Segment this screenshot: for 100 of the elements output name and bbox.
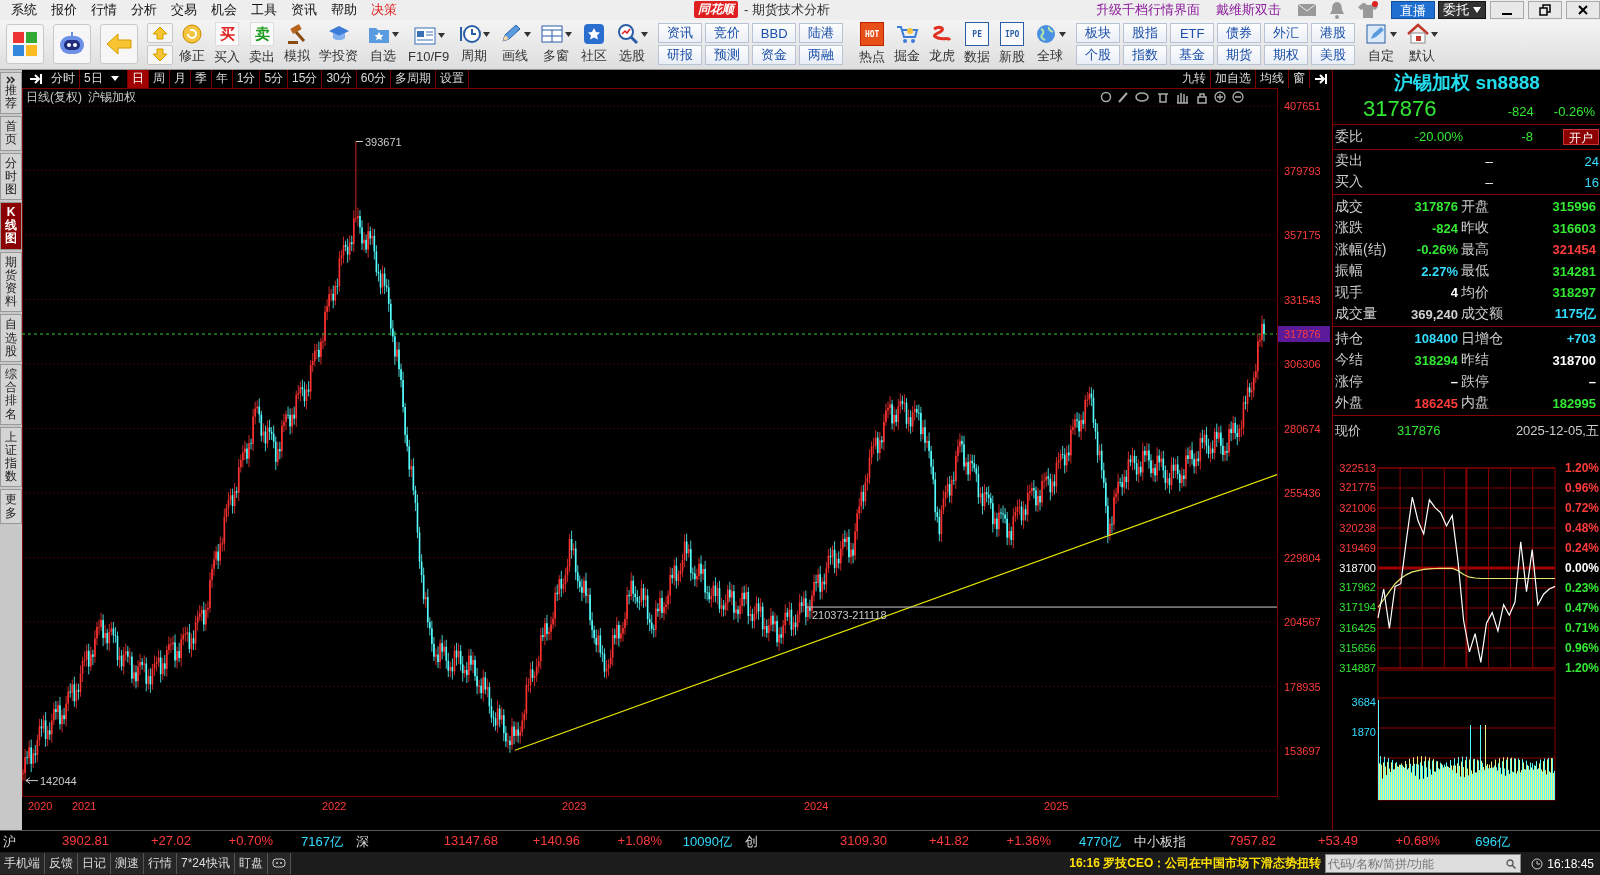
menu-item[interactable]: 机会 (204, 0, 244, 19)
status-link[interactable]: 手机端 (0, 853, 45, 875)
shirt-icon[interactable] (1357, 0, 1379, 19)
market-link-button[interactable]: 美股 (1311, 45, 1356, 66)
toolbar-button[interactable]: 学投资 (316, 23, 361, 66)
trash-icon[interactable] (1157, 93, 1169, 103)
market-link-button[interactable]: 股指 (1123, 23, 1168, 44)
quick-link-button[interactable]: 预测 (705, 45, 750, 66)
market-link-button[interactable]: 指数 (1123, 45, 1168, 66)
promo-link[interactable]: 升级千档行情界面 (1096, 0, 1200, 19)
ai-button[interactable] (53, 24, 91, 65)
toolbar-button[interactable]: 掘金 (891, 23, 924, 66)
chat-button[interactable] (267, 853, 291, 875)
market-link-button[interactable]: 外汇 (1264, 23, 1309, 44)
status-link[interactable]: 7*24快讯 (177, 853, 235, 875)
status-link[interactable]: 测速 (111, 853, 144, 875)
order-button[interactable]: 委托 (1438, 0, 1486, 19)
index-change: +41.82 (927, 832, 969, 850)
index-name[interactable]: 创 (742, 832, 805, 851)
quick-link-button[interactable]: 研报 (658, 45, 703, 66)
menu-item[interactable]: 交易 (164, 0, 204, 19)
promo-link[interactable]: 戴维斯双击 (1216, 0, 1281, 19)
restore-button[interactable] (1528, 0, 1562, 19)
toolbar-button[interactable]: 龙虎 (926, 23, 959, 66)
menu-item[interactable]: 资讯 (284, 0, 324, 19)
lock-icon[interactable] (1197, 93, 1207, 104)
eye-icon[interactable] (1135, 92, 1149, 102)
toolbar-button[interactable]: 选股 (613, 23, 652, 66)
clock-icon (1531, 857, 1544, 870)
minimize-button[interactable] (1490, 0, 1524, 19)
toolbar-button[interactable]: 全球 (1031, 23, 1070, 66)
index-name[interactable]: 沪 (0, 832, 27, 851)
live-button[interactable]: 直播 (1391, 0, 1435, 19)
sidebar-tab[interactable]: 上证指数 (0, 426, 22, 488)
search-field[interactable]: 代码/名称/简拼/功能 (1325, 854, 1522, 874)
zoom-out-icon[interactable] (1232, 91, 1244, 103)
menu-item[interactable]: 报价 (44, 0, 84, 19)
toolbar-button[interactable]: HOT 热点 (856, 22, 889, 67)
double-chevron-icon (6, 75, 16, 84)
menu-item[interactable]: 行情 (84, 0, 124, 19)
status-link[interactable]: 反馈 (45, 853, 78, 875)
market-link-button[interactable]: 期权 (1264, 45, 1309, 66)
market-link-button[interactable]: 港股 (1311, 23, 1356, 44)
zoom-in-icon[interactable] (1214, 91, 1226, 103)
toolbar-button[interactable]: 默认 (1403, 23, 1442, 66)
pen-icon[interactable] (1118, 91, 1128, 103)
menu-item[interactable]: 系统 (4, 0, 44, 19)
status-link[interactable]: 行情 (144, 853, 177, 875)
market-link-button[interactable]: 板块 (1076, 23, 1121, 44)
quick-link-button[interactable]: BBD (752, 23, 797, 44)
field-value: 182995 (1551, 395, 1597, 411)
toolbar-button[interactable]: 社区 (578, 23, 611, 66)
quick-link-button[interactable]: 陆港 (799, 23, 844, 44)
menu-item[interactable]: 帮助 (324, 0, 364, 19)
clock-icon (458, 23, 483, 46)
market-link-button[interactable]: 基金 (1170, 45, 1215, 66)
market-link-button[interactable]: 期货 (1217, 45, 1262, 66)
open-account-button[interactable]: 开户 (1563, 128, 1599, 145)
quick-link-button[interactable]: 竞价 (705, 23, 750, 44)
status-link[interactable]: 盯盘 (234, 853, 268, 875)
sidebar-tab[interactable]: 推荐 (0, 71, 22, 115)
menu-item[interactable]: 分析 (124, 0, 164, 19)
axis-label: 0.47% (1564, 600, 1599, 615)
caret-icon (1473, 6, 1481, 13)
toolbar-button[interactable]: 周期 (455, 23, 494, 66)
sidebar-tab[interactable]: 综合排名 (0, 363, 22, 425)
index-name[interactable]: 深 (353, 832, 416, 851)
toolbar-button[interactable]: 买 买入 (211, 22, 243, 67)
sidebar-tab[interactable]: 分时图 (0, 152, 22, 201)
collapse-icon[interactable] (29, 72, 43, 85)
toolbar-button[interactable]: F10/F9 (405, 24, 453, 64)
sidebar-tab[interactable]: 自选股 (0, 314, 22, 362)
index-name[interactable]: 中小板指 (1131, 832, 1194, 851)
toolbar-button[interactable]: 模拟 (281, 23, 313, 66)
toolbar-button[interactable]: 自选 (364, 23, 402, 66)
quick-link-button[interactable]: 资讯 (658, 23, 703, 44)
market-link-button[interactable]: 个股 (1076, 45, 1121, 66)
toolbar-button[interactable]: 多窗 (537, 23, 576, 66)
quick-link-button[interactable]: 两融 (799, 45, 844, 66)
toolbar-button[interactable]: 画线 (496, 23, 535, 66)
news-ticker[interactable]: 16:16 罗技CEO：公司在中国市场下滑态势扭转 (1069, 855, 1322, 873)
market-link-button[interactable]: ETF (1170, 23, 1215, 44)
layout-button[interactable] (6, 24, 44, 65)
status-link[interactable]: 日记 (78, 853, 111, 875)
sidebar-tab[interactable]: K线图 (0, 202, 22, 250)
sidebar-tab[interactable]: 更多 (0, 489, 22, 524)
sidebar-tab[interactable]: 首页 (0, 116, 22, 151)
toolbar-button[interactable]: 自定 (1362, 23, 1401, 66)
close-button[interactable] (1566, 0, 1600, 19)
market-link-button[interactable]: 债券 (1217, 23, 1262, 44)
toolbar-button[interactable]: PE 数据 (961, 22, 994, 67)
menu-item[interactable]: 工具 (244, 0, 284, 19)
toolbar-button[interactable]: 修正 (176, 23, 208, 66)
sidebar-tab[interactable]: 期货资料 (0, 251, 22, 313)
chart-title: 日线(复权) (26, 89, 82, 104)
toolbar-button[interactable]: 卖 卖出 (246, 22, 278, 67)
toolbar-button[interactable]: IPO 新股 (996, 22, 1029, 67)
menu-item[interactable]: 决策 (364, 0, 404, 19)
quick-link-button[interactable]: 资金 (752, 45, 797, 66)
expand-icon[interactable] (1314, 72, 1328, 85)
